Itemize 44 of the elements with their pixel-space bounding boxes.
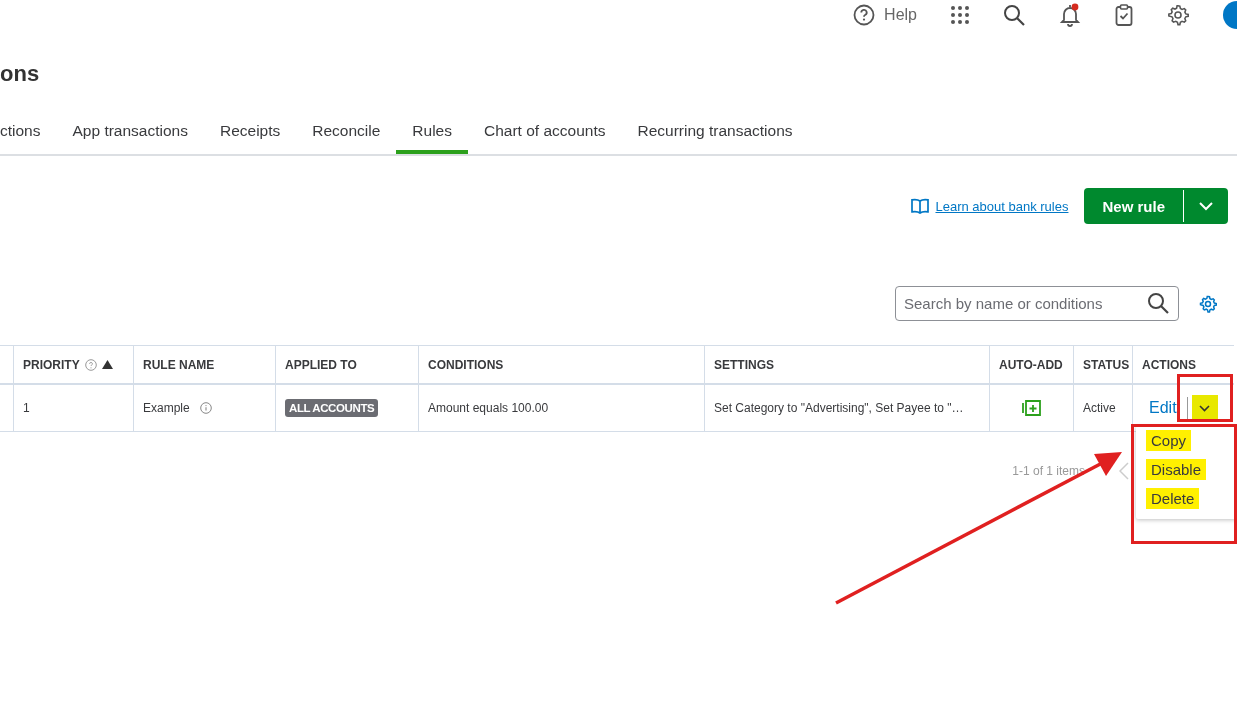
tab[interactable]: ctions bbox=[0, 112, 57, 154]
help-button[interactable]: Help bbox=[853, 4, 917, 26]
tab[interactable]: Receipts bbox=[203, 112, 297, 154]
tab[interactable]: App transactions bbox=[56, 112, 204, 154]
column-header[interactable]: STATUS bbox=[1083, 357, 1130, 372]
annotation-box bbox=[1177, 374, 1233, 422]
edit-button[interactable]: Edit bbox=[1149, 399, 1177, 417]
search-field[interactable]: Search by name or conditions bbox=[895, 286, 1179, 321]
tab[interactable]: Recurring transactions bbox=[621, 112, 809, 154]
caret-icon bbox=[1199, 201, 1213, 211]
column-header[interactable]: AUTO-ADD bbox=[999, 357, 1063, 372]
table-settings-icon[interactable] bbox=[1199, 294, 1217, 313]
tab[interactable]: Chart of accounts bbox=[468, 112, 622, 154]
page-title: ons bbox=[0, 60, 41, 88]
accounts-badge: ALL ACCOUNTS bbox=[285, 399, 379, 417]
search-icon[interactable] bbox=[1003, 4, 1025, 26]
column-header[interactable]: PRIORITY bbox=[23, 357, 80, 372]
notification-bell-icon[interactable] bbox=[1059, 3, 1081, 27]
tab[interactable]: Rules bbox=[396, 112, 468, 154]
search-icon bbox=[1147, 292, 1169, 314]
menu-item[interactable]: Delete bbox=[1146, 488, 1200, 509]
column-header[interactable]: APPLIED TO bbox=[285, 357, 357, 372]
settings-icon[interactable] bbox=[1167, 4, 1189, 26]
apps-grid-icon[interactable] bbox=[951, 6, 969, 24]
learn-link[interactable]: Learn about bank rules bbox=[935, 198, 1069, 214]
book-icon bbox=[911, 198, 930, 214]
help-icon bbox=[84, 358, 97, 371]
caret-icon bbox=[1199, 404, 1211, 412]
priority-cell: 1 bbox=[23, 401, 30, 415]
conditions-cell: Amount equals 100.00 bbox=[428, 401, 549, 415]
menu-item[interactable]: Copy bbox=[1146, 430, 1192, 451]
help-icon bbox=[853, 4, 876, 26]
column-header[interactable]: ACTIONS bbox=[1142, 357, 1196, 372]
menu-item[interactable]: Disable bbox=[1146, 459, 1207, 480]
info-icon bbox=[199, 402, 212, 414]
column-header[interactable]: CONDITIONS bbox=[428, 357, 504, 372]
rule-name-cell: Example bbox=[143, 401, 190, 415]
column-header[interactable]: RULE NAME bbox=[143, 357, 215, 372]
status-cell: Active bbox=[1083, 401, 1116, 415]
column-header[interactable]: SETTINGS bbox=[714, 357, 774, 372]
settings-cell: Set Category to "Advertising", Set Payee to "… bbox=[714, 401, 964, 415]
tab[interactable]: Reconcile bbox=[296, 112, 397, 154]
sort-ascending-icon[interactable] bbox=[101, 360, 113, 369]
clipboard-check-icon[interactable] bbox=[1115, 4, 1133, 26]
